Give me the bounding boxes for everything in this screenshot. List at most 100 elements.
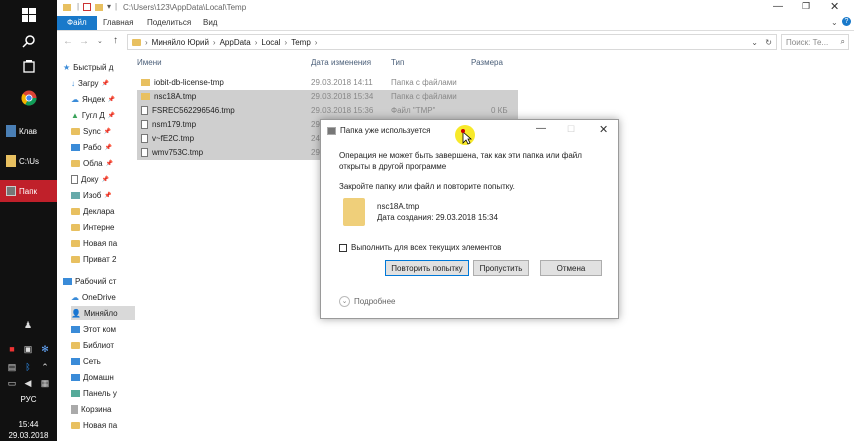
breadcrumb-item[interactable]: Temp (291, 38, 311, 47)
close-icon[interactable]: ✕ (830, 0, 839, 13)
breadcrumb-item[interactable]: Local (261, 38, 280, 47)
column-header-date[interactable]: Дата изменения (311, 56, 371, 70)
minimize-icon[interactable]: — (536, 123, 546, 134)
file-row[interactable]: nsc18A.tmp 29.03.2018 15:34 Папка с файл… (137, 90, 518, 104)
antivirus-tray-icon[interactable]: ■ (4, 342, 20, 356)
tab-file[interactable]: Файл (57, 16, 97, 30)
search-box[interactable]: Поиск: Те... ⌕ (781, 34, 849, 50)
skip-button[interactable]: Пропустить (473, 260, 529, 276)
pictures-icon (71, 191, 80, 199)
properties-icon[interactable] (83, 3, 91, 11)
taskbar-app-label: C:\Us (19, 156, 39, 166)
nav-folder[interactable]: Интерне (71, 220, 135, 234)
close-icon[interactable]: ✕ (599, 123, 608, 136)
breadcrumb-item[interactable]: AppData (220, 38, 251, 47)
minimize-icon[interactable]: — (773, 1, 783, 12)
nav-folder[interactable]: Деклара (71, 204, 135, 218)
window-title: C:\Users\123\AppData\Local\Temp (123, 3, 247, 12)
nav-desktop-root[interactable]: Рабочий ст (63, 274, 127, 288)
taskbar-app-path[interactable]: C:\Us (0, 150, 57, 172)
tab-share[interactable]: Поделиться (141, 16, 197, 30)
address-bar[interactable]: › Миняйло Юрий › AppData › Local › Temp … (127, 34, 777, 50)
up-arrow-icon[interactable]: ↑ (113, 35, 118, 46)
cloud-icon: ☁ (71, 94, 79, 104)
task-view-button[interactable] (0, 52, 57, 82)
chevron-down-icon[interactable]: ⌄ (831, 18, 838, 27)
file-row[interactable]: iobit-db-license-tmp 29.03.2018 14:11 Па… (137, 76, 518, 90)
nav-folder[interactable]: Новая па (71, 236, 135, 250)
folder-in-use-dialog: Папка уже используется — ☐ ✕ Операция не… (320, 119, 619, 319)
file-date: 24 (311, 134, 320, 143)
nav-downloads[interactable]: ↓ Загру 📌 (71, 76, 135, 90)
qat-dropdown-icon[interactable]: ▾ (107, 2, 111, 11)
folder-icon (71, 127, 80, 135)
address-row: ← → ⌄ ↑ › Миняйло Юрий › AppData › Local… (57, 32, 854, 52)
nav-yandex[interactable]: ☁ Яндек 📌 (71, 92, 135, 106)
breadcrumb-item[interactable]: Миняйло Юрий (152, 38, 209, 47)
nav-this-pc[interactable]: Этот ком (71, 322, 135, 336)
people-icon[interactable]: ♟ (20, 318, 36, 332)
help-icon[interactable]: ? (842, 17, 851, 26)
back-arrow-icon[interactable]: ← (63, 36, 73, 47)
app-tray-icon[interactable]: ▣ (20, 342, 36, 356)
column-header-name[interactable]: Имени (137, 56, 162, 70)
apply-to-all-label[interactable]: Выполнить для всех текущих элементов (351, 243, 501, 252)
snowflake-tray-icon[interactable]: ✻ (37, 342, 53, 356)
nav-libraries[interactable]: Библиот (71, 338, 135, 352)
nav-folder[interactable]: Новая па (71, 418, 135, 432)
pin-icon: 📌 (107, 112, 116, 119)
expand-details-icon[interactable]: ⌄ (339, 296, 350, 307)
bluetooth-tray-icon[interactable]: ᛒ (20, 360, 36, 374)
file-icon (141, 120, 148, 130)
retry-button[interactable]: Повторить попытку (385, 260, 469, 276)
maximize-icon: ☐ (567, 124, 576, 134)
tab-home[interactable]: Главная (97, 16, 139, 30)
recent-locations-icon[interactable]: ⌄ (97, 37, 103, 45)
folder-icon (343, 198, 365, 226)
file-date: 29 (311, 120, 320, 129)
nav-google[interactable]: ▲ Гугл Д 📌 (71, 108, 135, 122)
nav-desktop[interactable]: Рабо 📌 (71, 140, 135, 154)
cancel-button[interactable]: Отмена (540, 260, 602, 276)
battery-tray-icon[interactable]: ▭ (4, 376, 20, 390)
details-toggle[interactable]: Подробнее (354, 297, 396, 306)
network-tray-icon[interactable]: ▤ (4, 360, 20, 374)
apply-to-all-checkbox[interactable] (339, 244, 347, 252)
nav-network[interactable]: Сеть (71, 354, 135, 368)
nav-recycle-bin[interactable]: Корзина (71, 402, 135, 416)
refresh-icon[interactable]: ↻ (765, 38, 772, 47)
new-folder-icon[interactable] (95, 4, 103, 11)
tab-view[interactable]: Вид (197, 16, 223, 30)
forward-arrow-icon[interactable]: → (79, 36, 89, 47)
nav-sync[interactable]: Sync 📌 (71, 124, 135, 138)
message-tray-icon[interactable]: ▦ (37, 376, 53, 390)
nav-cloud[interactable]: Обла 📌 (71, 156, 135, 170)
file-type: Файл "TMP" (391, 106, 436, 115)
nav-user[interactable]: 👤 Миняйло (71, 306, 135, 320)
nav-documents[interactable]: Доку 📌 (71, 172, 135, 186)
file-icon (141, 106, 148, 116)
clock-date[interactable]: 29.03.2018 (0, 431, 57, 440)
clock-time[interactable]: 15:44 (0, 420, 57, 429)
dialog-message: Операция не может быть завершена, так ка… (339, 151, 582, 171)
nav-control-panel[interactable]: Панель у (71, 386, 135, 400)
input-language[interactable]: РУС (0, 395, 57, 404)
chevron-up-icon[interactable]: ⌃ (37, 360, 53, 374)
taskbar-app-keyboard[interactable]: Клав (0, 120, 57, 142)
nav-onedrive[interactable]: ☁ OneDrive (71, 290, 135, 304)
nav-pictures[interactable]: Изоб 📌 (71, 188, 135, 202)
nav-homegroup[interactable]: Домашн (71, 370, 135, 384)
column-header-size[interactable]: Размера (471, 56, 503, 70)
column-header-type[interactable]: Тип (391, 56, 404, 70)
address-dropdown-icon[interactable]: ⌄ (751, 38, 758, 47)
nav-quick-access[interactable]: ★ Быстрый д (63, 60, 127, 74)
nav-folder[interactable]: Приват 2 (71, 252, 135, 266)
taskbar-app-folder-active[interactable]: Папк (0, 180, 57, 202)
maximize-icon[interactable]: ❐ (802, 1, 810, 12)
breadcrumb-chevron-icon: › (145, 37, 148, 47)
search-input[interactable]: Поиск: Те... (786, 38, 828, 47)
taskbar-chrome[interactable] (0, 83, 57, 113)
volume-tray-icon[interactable]: ◀ (20, 376, 36, 390)
keyboard-app-icon (6, 125, 16, 137)
file-row[interactable]: FSREC562296546.tmp 29.03.2018 15:36 Файл… (137, 104, 518, 118)
